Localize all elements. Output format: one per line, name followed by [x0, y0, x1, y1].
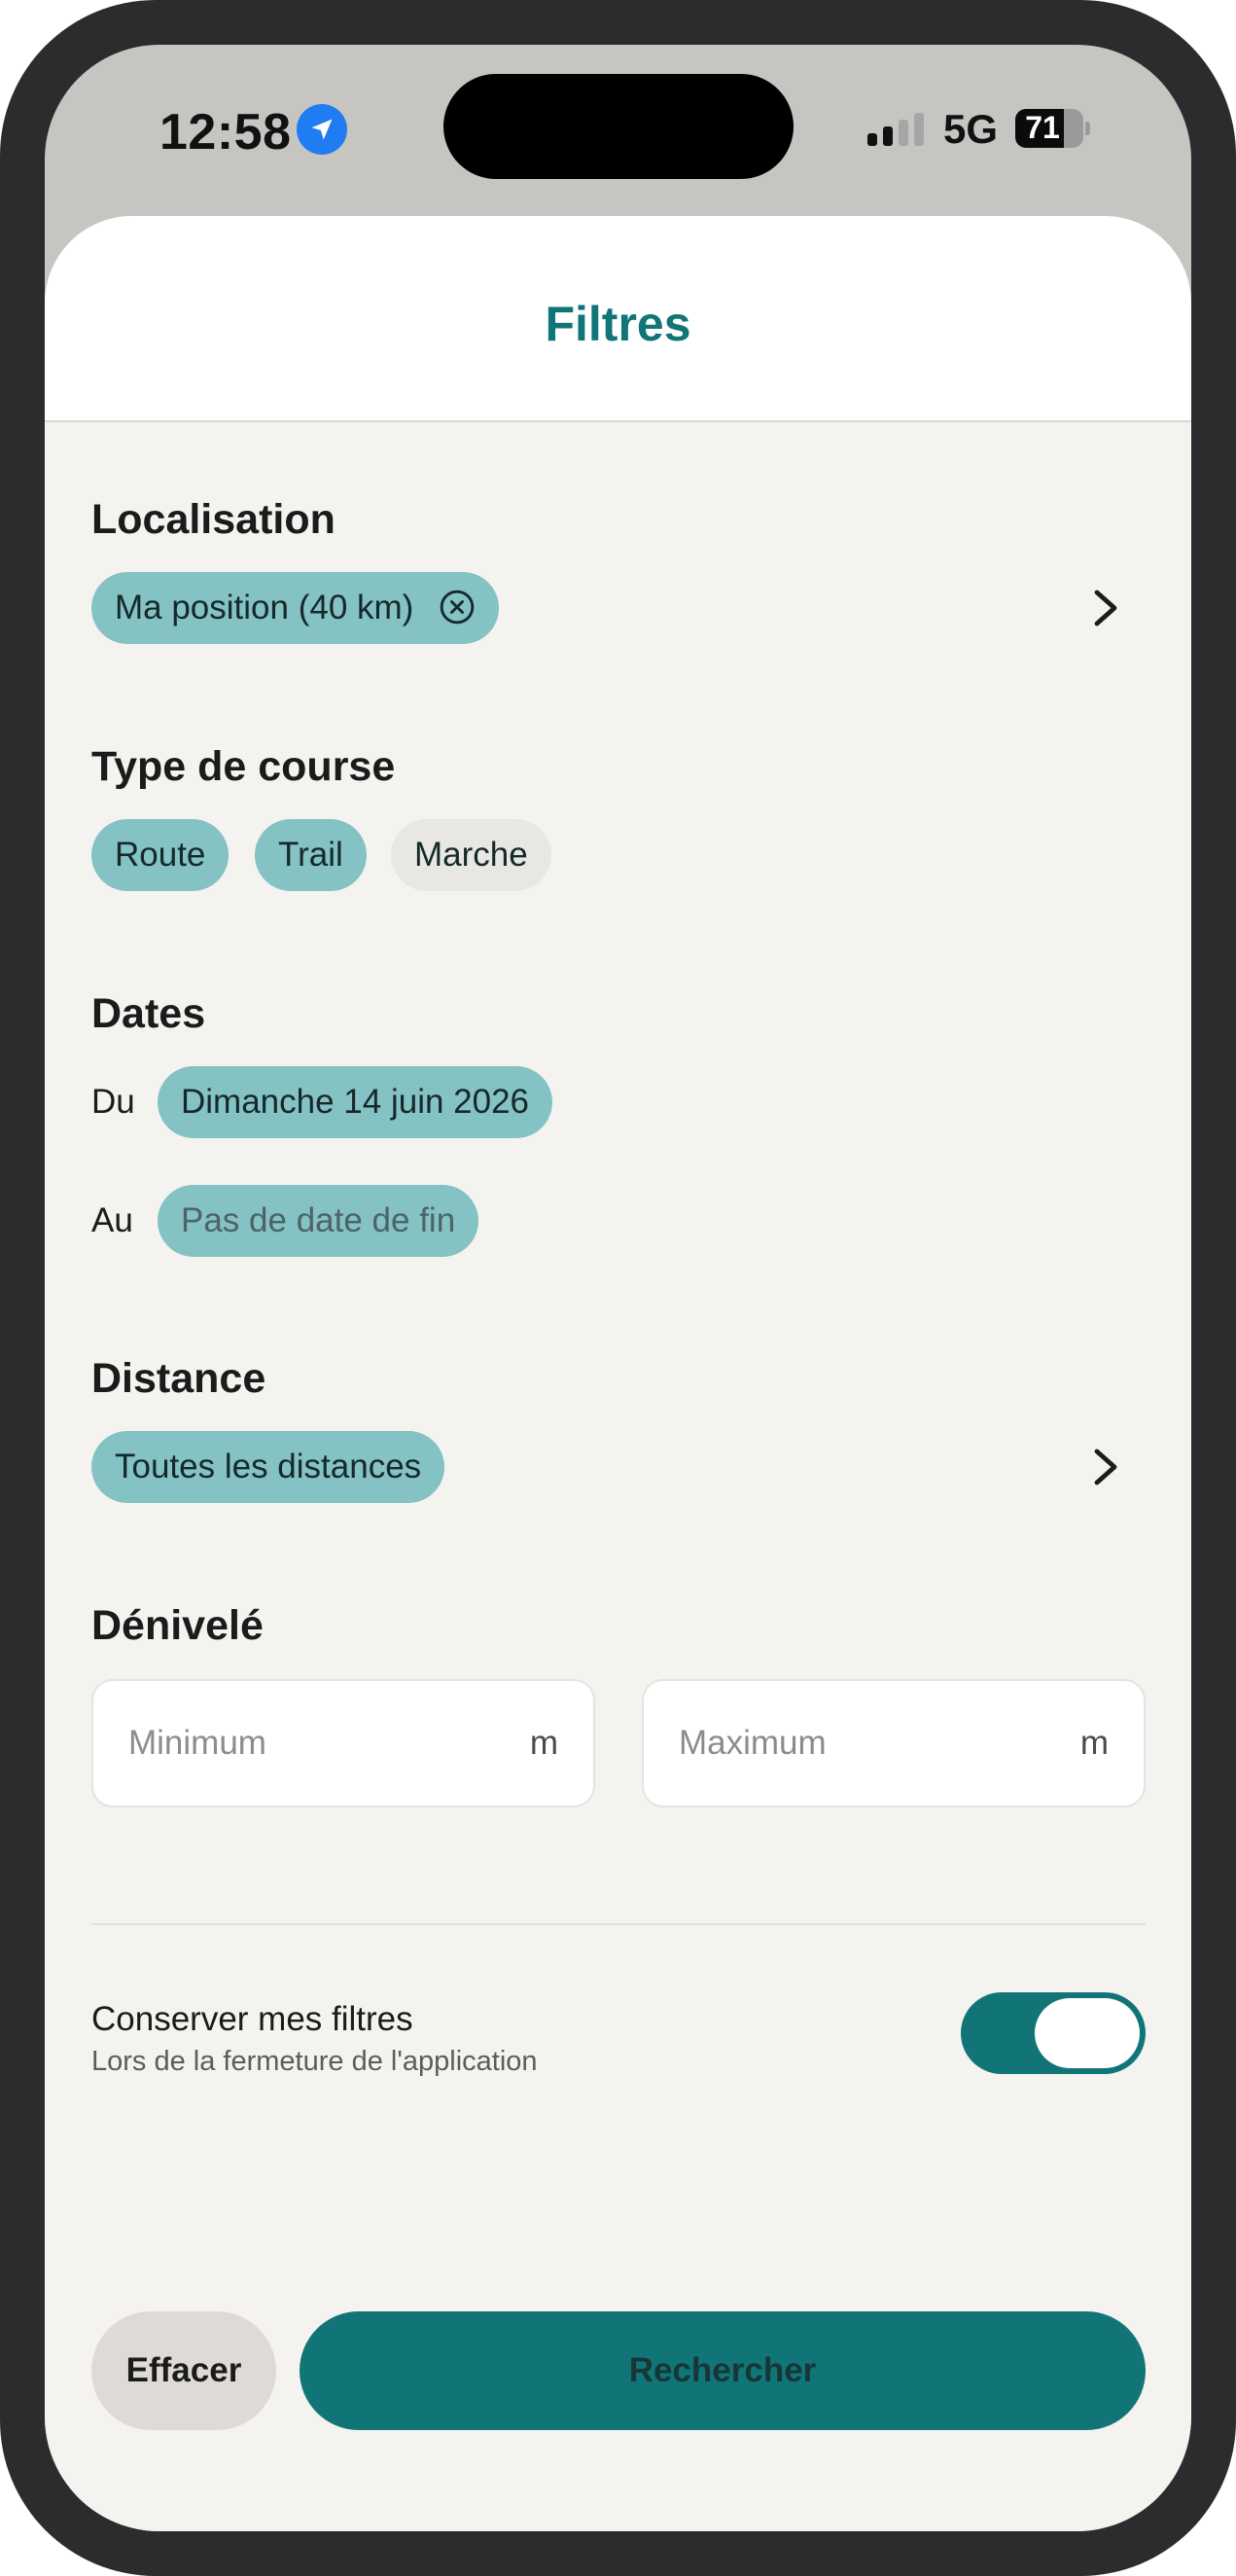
elevation-title: Dénivelé: [91, 1602, 264, 1649]
screen: 12:58 5G 71 Filtres Localisation Ma posi…: [45, 45, 1191, 2531]
network-type: 5G: [943, 106, 999, 152]
search-button[interactable]: Rechercher: [300, 2311, 1146, 2430]
signal-icon: [867, 113, 926, 146]
location-chip[interactable]: Ma position (40 km): [91, 572, 500, 644]
sheet-title: Filtres: [545, 297, 691, 351]
date-to-value: Pas de date de fin: [181, 1201, 456, 1239]
date-from-label: Du: [91, 1083, 135, 1121]
elevation-max-unit: m: [1079, 1724, 1109, 1762]
elevation-max-placeholder: Maximum: [679, 1724, 827, 1762]
battery-cap: [1085, 122, 1090, 135]
course-type-chip-route[interactable]: Route: [91, 819, 230, 891]
circle-x-icon[interactable]: [439, 589, 476, 626]
dynamic-island: [443, 74, 794, 179]
distance-chip[interactable]: Toutes les distances: [91, 1431, 445, 1503]
clear-button[interactable]: Effacer: [91, 2311, 276, 2430]
elevation-min-placeholder: Minimum: [128, 1724, 266, 1762]
battery-percent: 71: [1025, 110, 1060, 145]
date-to-chip[interactable]: Pas de date de fin: [158, 1185, 479, 1257]
elevation-min-unit: m: [529, 1724, 558, 1762]
dates-title: Dates: [91, 990, 206, 1037]
filters-sheet: Filtres Localisation Ma position (40 km)…: [45, 216, 1191, 2531]
date-from-chip[interactable]: Dimanche 14 juin 2026: [158, 1066, 553, 1138]
keep-filters-subtitle: Lors de la fermeture de l'application: [91, 2046, 538, 2077]
sheet-header: Filtres: [45, 216, 1191, 422]
localisation-title: Localisation: [91, 496, 335, 543]
course-type-title: Type de course: [91, 743, 396, 790]
phone-frame: 12:58 5G 71 Filtres Localisation Ma posi…: [0, 0, 1236, 2576]
status-time: 12:58: [159, 104, 292, 161]
location-arrow-icon: [297, 104, 347, 155]
elevation-min-field[interactable]: Minimum m: [91, 1679, 595, 1807]
elevation-max-field[interactable]: Maximum m: [642, 1679, 1146, 1807]
date-to-label: Au: [91, 1201, 133, 1239]
toggle-knob: [1035, 1998, 1140, 2068]
divider: [91, 1923, 1146, 1925]
course-type-chip-trail[interactable]: Trail: [255, 819, 367, 891]
battery-icon: 71: [1015, 109, 1083, 148]
chevron-right-icon[interactable]: [1091, 589, 1120, 627]
chevron-right-icon[interactable]: [1091, 1448, 1120, 1486]
keep-filters-toggle[interactable]: [961, 1992, 1146, 2074]
distance-title: Distance: [91, 1355, 266, 1402]
location-chip-label: Ma position (40 km): [115, 589, 414, 626]
course-type-chip-marche[interactable]: Marche: [391, 819, 551, 891]
keep-filters-title: Conserver mes filtres: [91, 2000, 413, 2038]
